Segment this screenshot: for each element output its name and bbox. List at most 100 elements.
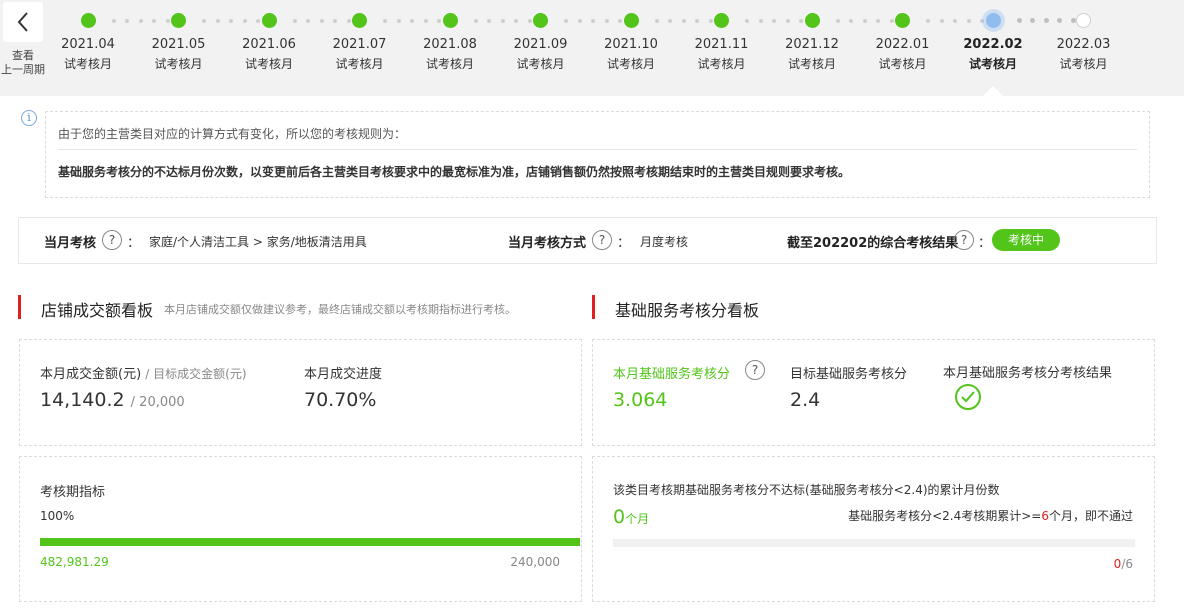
timeline-item-2021.09[interactable]: 2021.09 试考核月	[496, 36, 586, 72]
timeline-item-2022.03[interactable]: 2022.03 试考核月	[1039, 36, 1129, 72]
section-marker	[592, 295, 595, 319]
timeline-item-2021.08[interactable]: 2021.08 试考核月	[405, 36, 495, 72]
timeline-item-2021.04[interactable]: 2021.04 试考核月	[43, 36, 133, 72]
help-icon[interactable]: ?	[954, 230, 974, 250]
timeline-item-2021.11[interactable]: 2021.11 试考核月	[677, 36, 767, 72]
timeline-dot-2021.12[interactable]	[804, 13, 820, 28]
period-target-value: 240,000	[510, 555, 560, 569]
notice-rule: 基础服务考核分的不达标月份次数，以变更前后各主营类目考核要求中的最宽标准为准，店…	[58, 165, 851, 179]
timeline-item-2022.01[interactable]: 2022.01 试考核月	[858, 36, 948, 72]
timeline-dot-2021.08[interactable]	[442, 13, 458, 28]
help-icon[interactable]: ?	[102, 230, 122, 250]
help-icon[interactable]: ?	[592, 230, 612, 250]
monthly-progress-label: 本月成交进度	[304, 367, 383, 382]
timeline-date: 2022.03	[1056, 37, 1111, 52]
period-progress-fill	[40, 538, 580, 546]
timeline-separator-dot	[138, 19, 143, 23]
timeline-separator-dot	[125, 19, 129, 23]
period-progress-percent: 100%	[40, 509, 75, 523]
timeline-separator-dot	[423, 19, 428, 23]
fail-ratio: 0/6	[1113, 557, 1133, 571]
timeline-date: 2021.09	[513, 37, 568, 52]
timeline-separator-dot	[306, 19, 310, 23]
fail-months-title: 该类目考核期基础服务考核分不达标(基础服务考核分<2.4)的累计月份数	[613, 483, 1000, 497]
timeline-separator-dot	[383, 19, 387, 23]
notice-intro: 由于您的主营类目对应的计算方式有变化，所以您的考核规则为：	[58, 127, 407, 141]
timeline-status: 试考核月	[154, 57, 203, 71]
timeline-date: 2021.07	[332, 37, 387, 52]
timeline-separator-dot	[229, 19, 233, 23]
timeline-separator-dot	[708, 19, 713, 23]
timeline-dot-2021.07[interactable]	[352, 13, 367, 28]
timeline-dot-2021.09[interactable]	[533, 13, 548, 28]
current-period-caret	[983, 86, 1003, 96]
period-target-label: 考核期指标	[40, 485, 106, 500]
timeline-separator-dot	[487, 19, 491, 23]
timeline-separator-dot	[1057, 18, 1062, 23]
timeline-separator-dot	[215, 19, 220, 23]
timeline-item-2021.05[interactable]: 2021.05 试考核月	[134, 36, 224, 72]
timeline-status: 试考核月	[968, 57, 1017, 71]
timeline-dot-2021.05[interactable]	[171, 13, 186, 28]
timeline-separator-dot	[604, 19, 609, 23]
timeline-dot-2021.10[interactable]	[623, 13, 639, 28]
monthly-progress-value: 70.70%	[304, 389, 377, 411]
timeline-item-2022.02[interactable]: 2022.02 试考核月	[948, 36, 1038, 72]
timeline-dot-2022.03[interactable]	[1076, 13, 1091, 28]
timeline-separator-dot	[577, 19, 582, 23]
service-board-title: 基础服务考核分看板	[615, 301, 760, 320]
timeline-separator-dot	[785, 19, 790, 23]
timeline-separator-dot	[654, 19, 659, 23]
help-icon[interactable]: ?	[745, 360, 765, 380]
sales-board-title: 店铺成交额看板	[41, 301, 154, 320]
fail-months-count: 0个月	[613, 506, 650, 528]
service-fail-panel: 该类目考核期基础服务考核分不达标(基础服务考核分<2.4)的累计月份数 0个月 …	[592, 456, 1155, 602]
timeline-item-2021.10[interactable]: 2021.10 试考核月	[586, 36, 676, 72]
timeline-status: 试考核月	[787, 57, 836, 71]
timeline-separator-dot	[111, 19, 116, 23]
monthly-amount-value: 14,140.2 / 20,000	[40, 389, 185, 411]
timeline-date: 2021.04	[61, 37, 115, 52]
period-timeline: 查看 上一周期 2021.04 试考核月 2021.05 试考核月 2021.06 试考核…	[0, 0, 1184, 96]
timeline-status: 试考核月	[878, 57, 927, 71]
timeline-separator-dot	[745, 19, 749, 23]
timeline-separator-dot	[1030, 18, 1035, 23]
timeline-separator-dot	[835, 19, 840, 23]
timeline-status: 试考核月	[606, 57, 655, 71]
timeline-separator-dot	[437, 19, 441, 23]
month-assessment-category: 家庭/个人清洁工具 > 家务/地板清洁用具	[149, 235, 367, 249]
timeline-item-2021.12[interactable]: 2021.12 试考核月	[767, 36, 857, 72]
timeline-separator-dot	[473, 19, 478, 23]
timeline-separator-dot	[758, 19, 763, 23]
timeline-separator-dot	[618, 19, 622, 23]
timeline-separator-dot	[926, 19, 930, 23]
check-circle-icon	[955, 384, 981, 410]
timeline-date: 2022.02	[963, 37, 1023, 52]
timeline-date: 2021.10	[604, 37, 658, 52]
timeline-dot-2022.02[interactable]	[985, 13, 1001, 28]
timeline-separator-dot	[319, 19, 324, 23]
timeline-item-2021.06[interactable]: 2021.06 试考核月	[224, 36, 314, 72]
timeline-dot-2022.01[interactable]	[895, 13, 910, 28]
timeline-dot-2021.06[interactable]	[261, 13, 277, 28]
timeline-separator-dot	[681, 19, 686, 23]
timeline-date: 2021.12	[785, 37, 839, 52]
info-icon: i	[21, 110, 37, 126]
timeline-dot-2021.11[interactable]	[714, 13, 729, 28]
timeline-item-2021.07[interactable]: 2021.07 试考核月	[315, 36, 405, 72]
service-result-label: 本月基础服务考核分考核结果	[943, 366, 1113, 381]
timeline-separator-dot	[889, 19, 894, 23]
timeline-separator-dot	[202, 19, 206, 23]
timeline-status: 试考核月	[425, 57, 474, 71]
timeline-date: 2022.01	[875, 37, 930, 52]
timeline-dot-2021.04[interactable]	[80, 13, 96, 28]
status-badge: 考核中	[992, 229, 1060, 251]
timeline-separator-dot	[564, 19, 568, 23]
timeline-separator-dot	[849, 19, 853, 23]
timeline-separator-dot	[165, 19, 170, 23]
timeline-separator-dot	[256, 19, 260, 23]
timeline-status: 试考核月	[1059, 57, 1108, 71]
timeline-separator-dot	[799, 19, 803, 23]
timeline-separator-dot	[1043, 18, 1049, 23]
timeline-separator-dot	[695, 19, 699, 23]
